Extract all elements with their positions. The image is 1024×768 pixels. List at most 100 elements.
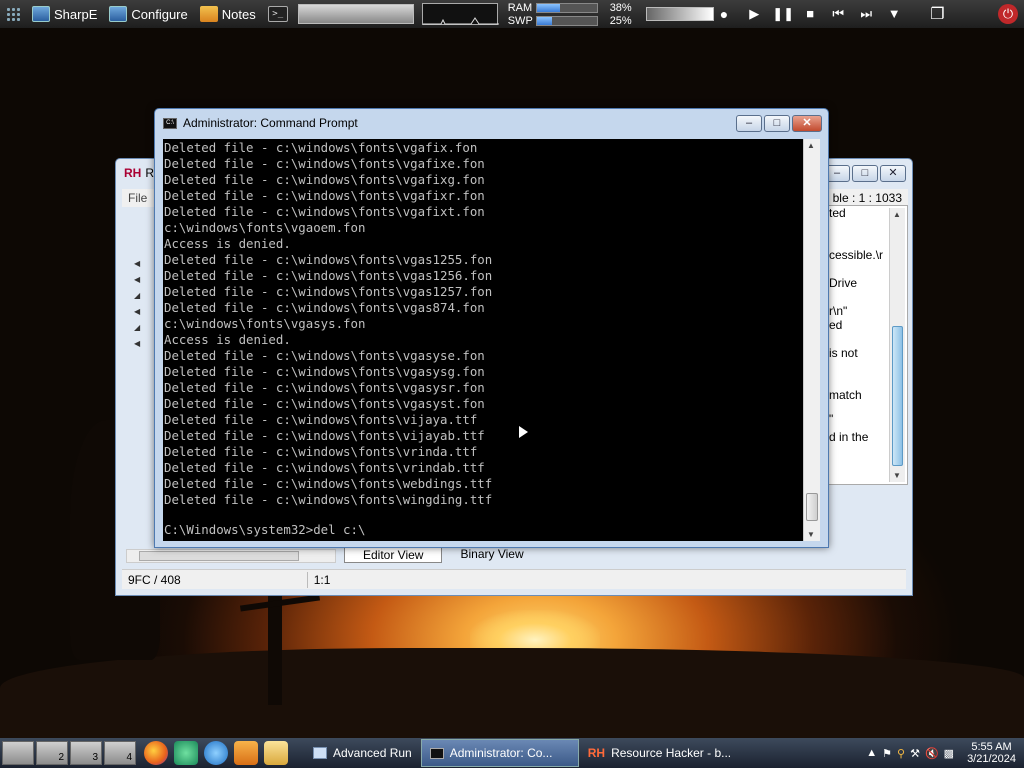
tree-silhouette-trunk: [268, 595, 282, 705]
cpu-graph: [421, 3, 499, 25]
rh-window-controls: – □ ✕: [824, 165, 906, 182]
cmd-vertical-scrollbar[interactable]: ▲ ▼: [803, 139, 820, 541]
rh-vertical-scrollbar[interactable]: ▲ ▼: [889, 208, 905, 482]
internet-explorer-icon[interactable]: [204, 741, 228, 765]
task-resource-hacker[interactable]: RH Resource Hacker - b...: [579, 739, 740, 767]
tray-expand-icon[interactable]: ▲: [866, 747, 877, 759]
grid-icon: [6, 7, 20, 21]
scroll-down-icon[interactable]: ▼: [807, 530, 815, 539]
ram-bar-fill: [536, 3, 560, 12]
menu-grid-button[interactable]: [0, 0, 26, 28]
console-line: Deleted file - c:\windows\fonts\vgas1257…: [164, 284, 493, 299]
rh-maximize-button[interactable]: □: [852, 165, 878, 182]
clock[interactable]: 5:55 AM 3/21/2024: [967, 741, 1016, 765]
scroll-up-icon[interactable]: ▲: [893, 210, 901, 219]
tree-expander[interactable]: ◢: [134, 291, 140, 307]
workspace-1[interactable]: [2, 741, 34, 765]
status-position: 1:1: [313, 572, 331, 587]
network-icon[interactable]: ▩: [944, 747, 954, 760]
cmd-close-button[interactable]: ✕: [792, 115, 822, 132]
command-prompt-window[interactable]: C:\ Administrator: Command Prompt – □ ✕ …: [154, 108, 829, 548]
terminal-button[interactable]: >_: [262, 0, 294, 28]
cmd-titlebar[interactable]: C:\ Administrator: Command Prompt: [155, 109, 828, 137]
tree-expander[interactable]: ◀: [134, 307, 140, 323]
rh-task-icon: RH: [587, 746, 606, 760]
console-line: Access is denied.: [164, 332, 291, 347]
workspace-label: 2: [58, 752, 64, 763]
ram-bar: [535, 2, 598, 13]
tools-icon[interactable]: ⚒: [910, 747, 920, 760]
volume-muted-icon[interactable]: 🔇: [925, 747, 939, 760]
workspace-4[interactable]: 4: [104, 741, 136, 765]
console-line: Deleted file - c:\windows\fonts\vgasyse.…: [164, 348, 485, 363]
search-icon[interactable]: ⚲: [897, 747, 905, 760]
flag-icon[interactable]: ⚑: [882, 747, 892, 760]
cmd-maximize-button[interactable]: □: [764, 115, 790, 132]
monitor-icon: [109, 6, 128, 22]
explorer-folder-icon[interactable]: [264, 741, 288, 765]
workspace-2[interactable]: 2: [36, 741, 68, 765]
tab-binary-view[interactable]: Binary View: [442, 547, 541, 563]
rh-hscroll-thumb[interactable]: [139, 551, 299, 561]
ram-label: RAM: [507, 1, 533, 14]
mute-icon[interactable]: ●: [714, 0, 734, 28]
task-label: Advanced Run: [333, 746, 412, 760]
hill-silhouette: [0, 648, 1024, 738]
volume-slider[interactable]: [645, 7, 714, 21]
editor-text: Drive: [829, 276, 858, 290]
media-player-icon[interactable]: [234, 741, 258, 765]
rh-view-tabs: Editor View Binary View: [344, 547, 542, 563]
cmd-scroll-thumb[interactable]: [806, 493, 818, 521]
console-output[interactable]: Deleted file - c:\windows\fonts\vgafix.f…: [163, 139, 803, 541]
console-line: Deleted file - c:\windows\fonts\vgas1255…: [164, 252, 493, 267]
system-tray: ▲ ⚑ ⚲ ⚒ 🔇 ▩ 5:55 AM 3/21/2024: [866, 741, 1024, 765]
rh-horizontal-scrollbar[interactable]: [126, 549, 336, 563]
cmd-task-icon: [429, 747, 444, 759]
cmd-window-controls: – □ ✕: [736, 115, 822, 132]
task-advanced-run[interactable]: Advanced Run: [304, 739, 421, 767]
task-command-prompt[interactable]: Administrator: Co...: [420, 739, 579, 767]
next-icon[interactable]: ⏭: [856, 6, 876, 22]
notes-label: Notes: [221, 6, 256, 22]
clock-date: 3/21/2024: [967, 753, 1016, 765]
rh-editor-panel[interactable]: ted cessible.\r Drive r\n" ed is not mat…: [824, 205, 908, 485]
configure-button[interactable]: Configure: [103, 0, 193, 28]
scroll-up-icon[interactable]: ▲: [807, 141, 815, 150]
tree-expander[interactable]: ◀: [134, 275, 140, 291]
pause-icon[interactable]: ❚❚: [772, 6, 794, 22]
cmd-minimize-button[interactable]: –: [736, 115, 762, 132]
console-line: Deleted file - c:\windows\fonts\vgafixr.…: [164, 188, 485, 203]
console-line: Deleted file - c:\windows\fonts\wingding…: [164, 492, 493, 507]
sharpe-button[interactable]: SharpE: [26, 0, 103, 28]
run-field[interactable]: [297, 4, 414, 24]
tree-expander[interactable]: ◀: [134, 259, 140, 275]
tree-expander[interactable]: ◢: [134, 323, 140, 339]
rh-close-button[interactable]: ✕: [880, 165, 906, 182]
console-line: Deleted file - c:\windows\fonts\webdings…: [164, 476, 493, 491]
workspace-3[interactable]: 3: [70, 741, 102, 765]
editor-text: is not: [829, 346, 858, 360]
ram-percent: 38%: [609, 1, 632, 14]
play-icon[interactable]: ▶: [744, 6, 764, 22]
taskbar: 2 3 4 Advanced Run Administrator: Co... …: [0, 738, 1024, 768]
notes-button[interactable]: Notes: [194, 0, 262, 28]
sharpe-icon[interactable]: [174, 741, 198, 765]
tab-editor-view[interactable]: Editor View: [344, 547, 443, 563]
console-prompt[interactable]: C:\Windows\system32>del c:\: [164, 522, 802, 538]
stop-icon[interactable]: ■: [800, 6, 820, 22]
taskmgr-icon[interactable]: ▼: [884, 6, 904, 22]
scroll-down-icon[interactable]: ▼: [893, 471, 901, 480]
console-line: c:\windows\fonts\vgaoem.fon: [164, 220, 366, 235]
memory-meters: RAM 38% SWP 25%: [508, 2, 632, 27]
tree-expander[interactable]: ◀: [134, 339, 140, 355]
console-line: Deleted file - c:\windows\fonts\vgafix.f…: [164, 140, 478, 155]
swp-percent: 25%: [609, 14, 632, 27]
rh-menu-file[interactable]: File: [122, 191, 147, 205]
firefox-icon[interactable]: [144, 741, 168, 765]
workspace-label: 4: [126, 752, 132, 763]
swp-label: SWP: [507, 14, 533, 27]
power-icon[interactable]: ⏻: [992, 0, 1024, 28]
desktop-switch-icon[interactable]: ❐: [924, 0, 950, 28]
previous-icon[interactable]: ⏮: [828, 6, 848, 22]
rh-scroll-thumb[interactable]: [892, 326, 903, 466]
